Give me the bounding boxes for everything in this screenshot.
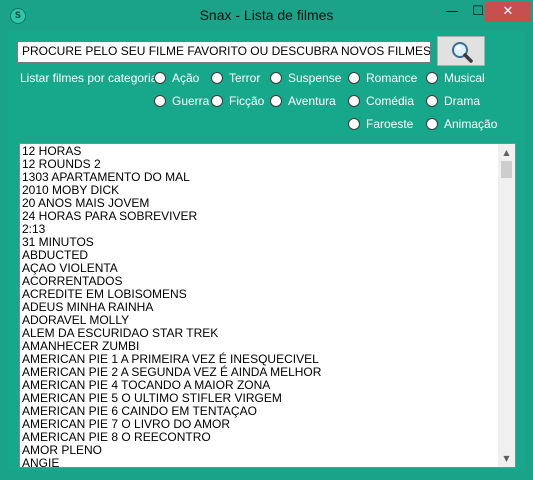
radio-label: Ficção — [229, 94, 265, 108]
movie-list[interactable]: 12 HORAS 12 ROUNDS 2 1303 APARTAMENTO DO… — [19, 143, 516, 468]
vertical-scrollbar[interactable]: ▲ ▼ — [498, 144, 515, 467]
radio-faroeste[interactable]: Faroeste — [348, 116, 413, 132]
search-input[interactable]: PROCURE PELO SEU FILME FAVORITO OU DESCU… — [17, 41, 431, 63]
radio-label: Musical — [444, 71, 485, 85]
radio-label: Ação — [172, 71, 200, 85]
radio-circle[interactable] — [426, 118, 438, 130]
main-panel: PROCURE PELO SEU FILME FAVORITO OU DESCU… — [8, 31, 525, 471]
app-window: S Snax - Lista de filmes — ☐ ✕ PROCURE P… — [0, 0, 533, 480]
radio-label: Romance — [366, 71, 418, 85]
magnifier-icon — [452, 42, 473, 63]
radio-label: Drama — [444, 94, 481, 108]
minimize-button[interactable]: — — [439, 2, 465, 22]
title-bar[interactable]: S Snax - Lista de filmes — ☐ ✕ — [1, 1, 532, 31]
radio-circle[interactable] — [154, 72, 166, 84]
radio-circle[interactable] — [211, 72, 223, 84]
scroll-down-icon[interactable]: ▼ — [498, 450, 515, 467]
list-item[interactable]: 31 MINUTOS — [22, 236, 497, 249]
search-button[interactable] — [437, 36, 485, 66]
radio-label: Guerra — [172, 94, 210, 108]
radio-label: Aventura — [288, 94, 336, 108]
close-button[interactable]: ✕ — [485, 2, 531, 22]
scroll-thumb[interactable] — [501, 161, 512, 178]
radio-label: Animação — [444, 117, 498, 131]
radio-circle[interactable] — [426, 95, 438, 107]
radio-circle[interactable] — [270, 95, 282, 107]
list-item[interactable]: ANGIE — [22, 457, 497, 468]
radio-circle[interactable] — [211, 95, 223, 107]
radio-drama[interactable]: Drama — [426, 93, 480, 109]
radio-circle[interactable] — [348, 118, 360, 130]
radio-circle[interactable] — [348, 95, 360, 107]
radio-comedia[interactable]: Comédia — [348, 93, 414, 109]
list-item[interactable]: AMOR PLENO — [22, 444, 497, 457]
scroll-up-icon[interactable]: ▲ — [498, 144, 515, 161]
category-label: Listar filmes por categoria: — [20, 71, 161, 85]
radio-acao[interactable]: Ação — [154, 70, 199, 86]
radio-aventura[interactable]: Aventura — [270, 93, 336, 109]
radio-musical[interactable]: Musical — [426, 70, 485, 86]
radio-suspense[interactable]: Suspense — [270, 70, 341, 86]
radio-terror[interactable]: Terror — [211, 70, 260, 86]
radio-guerra[interactable]: Guerra — [154, 93, 209, 109]
radio-circle[interactable] — [426, 72, 438, 84]
radio-label: Comédia — [366, 94, 415, 108]
movie-list-items: 12 HORAS 12 ROUNDS 2 1303 APARTAMENTO DO… — [22, 145, 497, 468]
radio-animacao[interactable]: Animação — [426, 116, 497, 132]
radio-circle[interactable] — [154, 95, 166, 107]
radio-romance[interactable]: Romance — [348, 70, 417, 86]
radio-circle[interactable] — [270, 72, 282, 84]
list-item[interactable]: 24 HORAS PARA SOBREVIVER — [22, 210, 497, 223]
radio-label: Terror — [229, 71, 261, 85]
radio-ficcao[interactable]: Ficção — [211, 93, 264, 109]
radio-label: Suspense — [288, 71, 342, 85]
radio-circle[interactable] — [348, 72, 360, 84]
radio-label: Faroeste — [366, 117, 414, 131]
